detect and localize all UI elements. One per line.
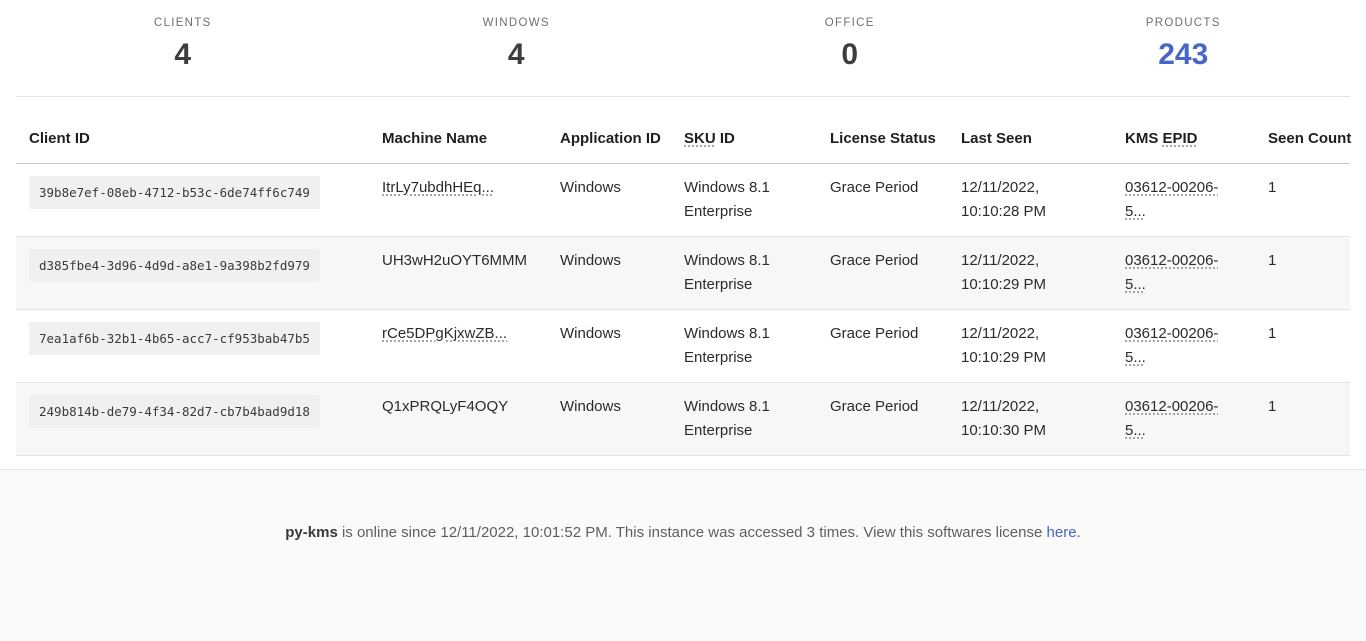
last_seen-cell: 12/11/2022,10:10:29 PM	[948, 309, 1112, 382]
machine_name-cell: rCe5DPgKjxwZB...	[369, 309, 547, 382]
machine_name-value[interactable]: ItrLy7ubdhHEq...	[382, 179, 494, 196]
table-row: 39b8e7ef-08eb-4712-b53c-6de74ff6c749 ItrL…	[16, 163, 1350, 236]
column-header-machine_name: Machine Name	[369, 97, 547, 163]
machine_name-cell: UH3wH2uOYT6MMM	[369, 236, 547, 309]
column-header-sku_id: SKU ID	[671, 97, 817, 163]
client-id-code: 7ea1af6b-32b1-4b65-acc7-cf953bab47b5	[29, 322, 320, 355]
client_id-cell: 7ea1af6b-32b1-4b65-acc7-cf953bab47b5	[16, 309, 369, 382]
last_seen-cell: 12/11/2022,10:10:29 PM	[948, 236, 1112, 309]
kms_epid-value[interactable]: 03612-00206-5...	[1125, 252, 1218, 293]
application_id-cell: Windows	[547, 382, 671, 455]
license_status-cell: Grace Period	[817, 163, 948, 236]
seen_count-cell: 1	[1255, 309, 1350, 382]
table-header-row: Client IDMachine NameApplication IDSKU I…	[16, 97, 1350, 163]
kms_epid-cell: 03612-00206-5...	[1112, 236, 1255, 309]
sku_id-cell: Windows 8.1 Enterprise	[671, 236, 817, 309]
clients-table-wrap: Client IDMachine NameApplication IDSKU I…	[16, 97, 1350, 456]
seen_count-cell: 1	[1255, 163, 1350, 236]
machine_name-value: Q1xPRQLyF4OQY	[382, 398, 508, 415]
last_seen-cell: 12/11/2022,10:10:30 PM	[948, 382, 1112, 455]
abbr-epid[interactable]: EPID	[1163, 130, 1198, 147]
stat-windows-label: WINDOWS	[350, 15, 684, 31]
column-header-kms_epid: KMS EPID	[1112, 97, 1255, 163]
status-text: py-kms is online since 12/11/2022, 10:01…	[285, 524, 1080, 541]
client_id-cell: 39b8e7ef-08eb-4712-b53c-6de74ff6c749	[16, 163, 369, 236]
stat-clients-value: 4	[16, 38, 350, 72]
seen_count-cell: 1	[1255, 382, 1350, 455]
seen_count-cell: 1	[1255, 236, 1350, 309]
stat-office: OFFICE 0	[683, 15, 1017, 96]
client_id-cell: 249b814b-de79-4f34-82d7-cb7b4bad9d18	[16, 382, 369, 455]
kms_epid-value[interactable]: 03612-00206-5...	[1125, 179, 1218, 220]
client-id-code: d385fbe4-3d96-4d9d-a8e1-9a398b2fd979	[29, 249, 320, 282]
machine_name-cell: Q1xPRQLyF4OQY	[369, 382, 547, 455]
stat-windows: WINDOWS 4	[350, 15, 684, 96]
sku_id-cell: Windows 8.1 Enterprise	[671, 382, 817, 455]
kms_epid-cell: 03612-00206-5...	[1112, 309, 1255, 382]
stat-windows-value: 4	[350, 38, 684, 72]
stat-products: PRODUCTS 243	[1017, 15, 1351, 96]
client_id-cell: d385fbe4-3d96-4d9d-a8e1-9a398b2fd979	[16, 236, 369, 309]
table-row: 249b814b-de79-4f34-82d7-cb7b4bad9d18 Q1xP…	[16, 382, 1350, 455]
license_status-cell: Grace Period	[817, 236, 948, 309]
license_status-cell: Grace Period	[817, 309, 948, 382]
stat-products-label: PRODUCTS	[1017, 15, 1351, 31]
machine_name-cell: ItrLy7ubdhHEq...	[369, 163, 547, 236]
stat-office-label: OFFICE	[683, 15, 1017, 31]
application_id-cell: Windows	[547, 309, 671, 382]
table-row: d385fbe4-3d96-4d9d-a8e1-9a398b2fd979 UH3w…	[16, 236, 1350, 309]
stats-strip: CLIENTS 4 WINDOWS 4 OFFICE 0 PRODUCTS 24…	[16, 0, 1350, 97]
column-header-seen_count: Seen Count	[1255, 97, 1350, 163]
status-text-period: .	[1077, 524, 1081, 541]
client-id-code: 249b814b-de79-4f34-82d7-cb7b4bad9d18	[29, 395, 320, 428]
last_seen-cell: 12/11/2022,10:10:28 PM	[948, 163, 1112, 236]
sku_id-cell: Windows 8.1 Enterprise	[671, 309, 817, 382]
sku_id-cell: Windows 8.1 Enterprise	[671, 163, 817, 236]
kms_epid-cell: 03612-00206-5...	[1112, 382, 1255, 455]
client-id-code: 39b8e7ef-08eb-4712-b53c-6de74ff6c749	[29, 176, 320, 209]
kms_epid-cell: 03612-00206-5...	[1112, 163, 1255, 236]
status-text-body: is online since 12/11/2022, 10:01:52 PM.…	[338, 524, 1047, 541]
application_id-cell: Windows	[547, 163, 671, 236]
abbr-sku[interactable]: SKU	[684, 130, 716, 147]
footer: py-kms is online since 12/11/2022, 10:01…	[0, 469, 1366, 641]
license-link[interactable]: here	[1047, 524, 1077, 541]
kms_epid-value[interactable]: 03612-00206-5...	[1125, 398, 1218, 439]
app-name: py-kms	[285, 524, 338, 541]
machine_name-value: UH3wH2uOYT6MMM	[382, 252, 527, 269]
table-row: 7ea1af6b-32b1-4b65-acc7-cf953bab47b5 rCe5…	[16, 309, 1350, 382]
clients-table: Client IDMachine NameApplication IDSKU I…	[16, 97, 1350, 456]
application_id-cell: Windows	[547, 236, 671, 309]
stat-clients: CLIENTS 4	[16, 15, 350, 96]
column-header-last_seen: Last Seen	[948, 97, 1112, 163]
column-header-client_id: Client ID	[16, 97, 369, 163]
stat-office-value: 0	[683, 38, 1017, 72]
kms_epid-value[interactable]: 03612-00206-5...	[1125, 325, 1218, 366]
license_status-cell: Grace Period	[817, 382, 948, 455]
column-header-license_status: License Status	[817, 97, 948, 163]
stat-clients-label: CLIENTS	[16, 15, 350, 31]
machine_name-value[interactable]: rCe5DPgKjxwZB...	[382, 325, 507, 342]
column-header-application_id: Application ID	[547, 97, 671, 163]
stat-products-value: 243	[1017, 38, 1351, 72]
